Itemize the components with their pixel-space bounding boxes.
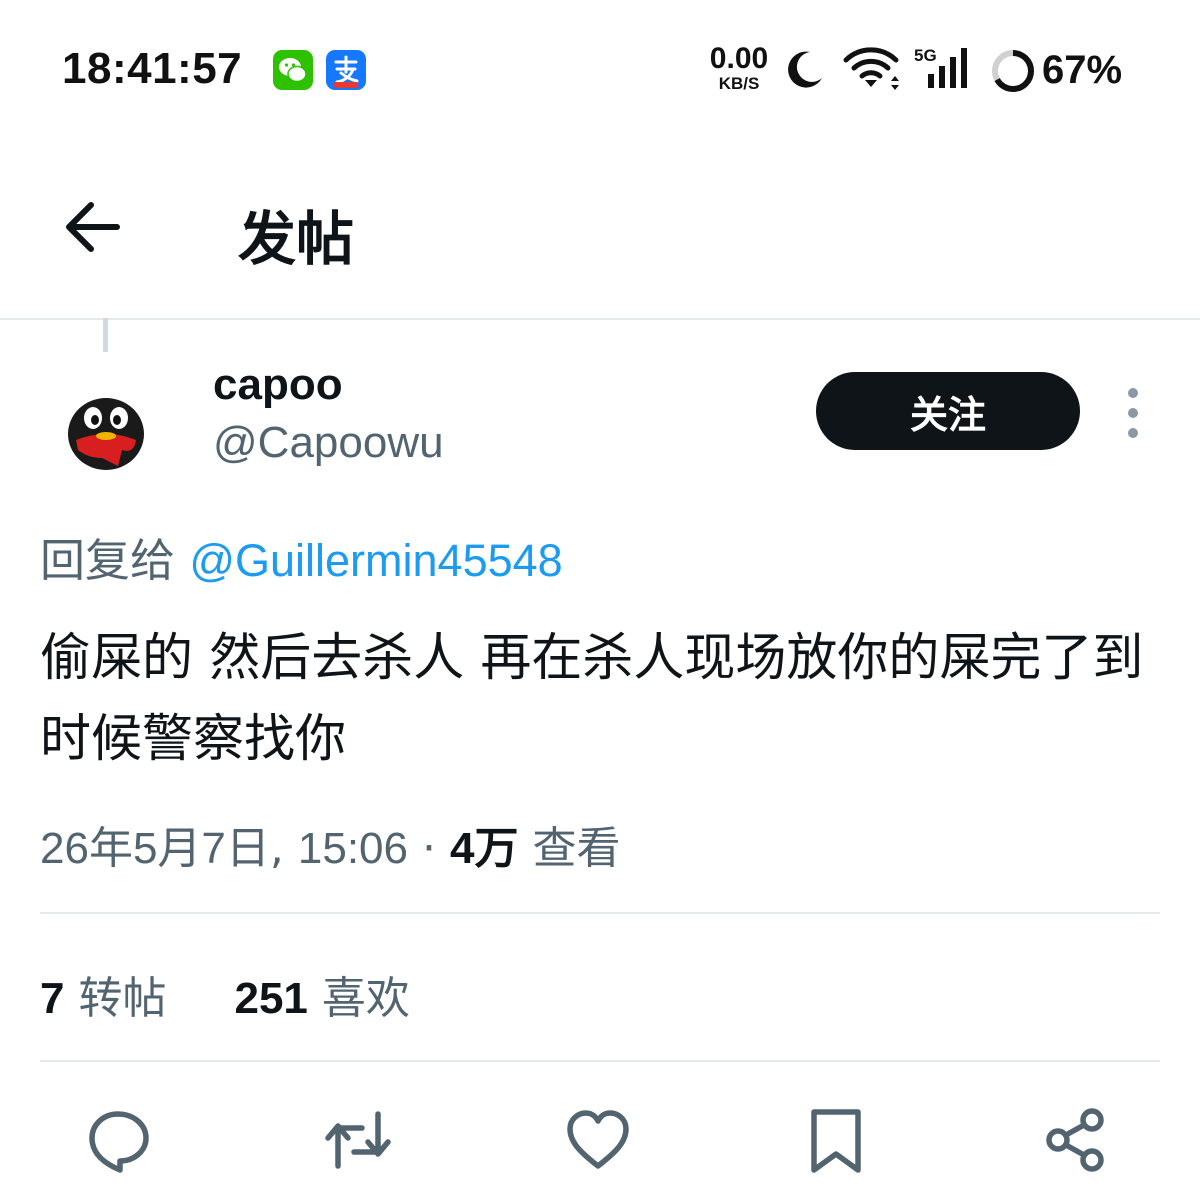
engagement-stats: 7 转帖 251 喜欢 [40,962,410,1026]
share-icon [1046,1108,1104,1172]
tweet-meta: 26年5月7日, 15:06 · 4万 查看 [40,823,621,874]
retweets-label: 转帖 [78,973,167,1024]
network-speed-unit: KB/S [718,74,760,93]
retweet-icon [325,1111,391,1169]
tweet-text: 偷屎的 然后去杀人 再在杀人现场放你的屎完了到时候警察找你 [40,629,1144,769]
reply-button[interactable] [82,1104,154,1176]
alipay-icon [326,50,366,90]
likes-count: 251 [234,974,308,1023]
like-icon [567,1110,629,1169]
network-speed-value: 0.00 [709,42,769,75]
moon-icon [782,48,826,96]
reply-prefix: 回复给 [40,534,176,587]
page-title: 发帖 [238,205,355,273]
more-options-button[interactable] [1118,386,1148,440]
likes-stat[interactable]: 251 喜欢 [220,973,409,1024]
author-display-name[interactable]: capoo [213,360,343,410]
bookmark-button[interactable] [800,1104,872,1176]
thread-connector [103,318,108,352]
retweets-stat[interactable]: 7 转帖 [40,973,180,1024]
cellular-signal-icon: 5G [914,44,972,94]
page-header: 发帖 [0,140,1200,320]
status-clock: 18:41:57 [62,44,243,93]
network-speed: 0.00 KB/S [704,42,774,93]
network-type-label: 5G [914,46,937,65]
like-button[interactable] [562,1104,634,1176]
divider [40,912,1160,914]
retweets-count: 7 [40,974,65,1023]
reply-icon [89,1111,149,1173]
battery-ring-icon [990,48,1036,98]
divider [40,1060,1160,1062]
author-handle[interactable]: @Capoowu [213,418,444,468]
status-bar: 18:41:57 0.00 KB/S 5G 67% [0,0,1200,140]
views-count[interactable]: 4万 [450,824,518,873]
follow-button[interactable]: 关注 [816,372,1080,450]
wechat-icon [273,50,313,90]
retweet-button[interactable] [322,1104,394,1176]
more-dot-icon [1128,388,1138,398]
bookmark-icon [811,1109,861,1173]
likes-label: 喜欢 [321,973,410,1024]
more-dot-icon [1128,428,1138,438]
reply-mention-link[interactable]: @Guillermin45548 [189,535,562,586]
avatar[interactable] [58,378,154,474]
views-label: 查看 [532,823,621,874]
reply-context: 回复给 @Guillermin45548 [40,524,563,589]
share-button[interactable] [1040,1104,1112,1176]
arrow-left-icon [66,202,120,252]
meta-separator: · [421,823,436,874]
more-dot-icon [1128,408,1138,418]
wifi-icon [842,46,902,94]
battery-percent: 67% [1042,48,1123,92]
tweet-time[interactable]: 15:06 [298,824,408,873]
tweet-date[interactable]: 26年5月7日 [40,824,270,873]
back-button[interactable] [55,192,133,262]
